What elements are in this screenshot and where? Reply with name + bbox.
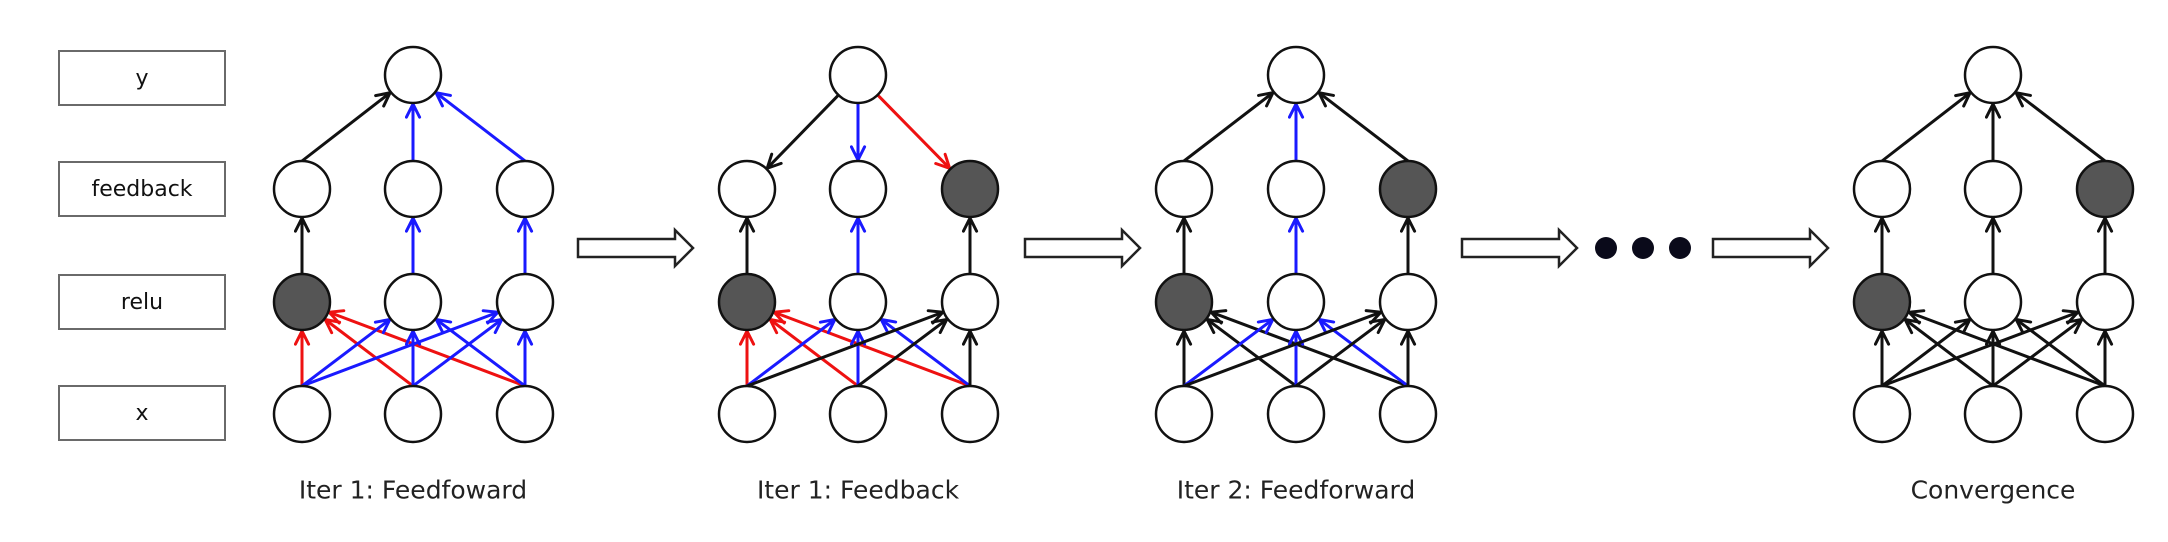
node-relu0-stage2 xyxy=(1154,272,1214,332)
node-relu0-stage0 xyxy=(272,272,332,332)
node-x0-stage0 xyxy=(272,384,332,444)
node-feedback0-stage1 xyxy=(717,159,777,219)
node-y-stage1 xyxy=(828,45,888,105)
node-x2-stage2 xyxy=(1378,384,1438,444)
node-relu2-stage1 xyxy=(940,272,1000,332)
transition-arrow-2 xyxy=(1460,226,1579,270)
stage-caption-iter1-feedback: Iter 1: Feedback xyxy=(756,475,960,505)
stage-caption-iter1-feedforward: Iter 1: Feedfoward xyxy=(298,475,528,505)
transition-arrow-1 xyxy=(1023,226,1142,270)
edge-y-feedback2-stage1 xyxy=(876,93,952,170)
node-feedback1-stage1 xyxy=(828,159,888,219)
edge-x1-relu0-stage3 xyxy=(1903,318,1994,388)
node-feedback2-stage0 xyxy=(495,159,555,219)
node-relu0-stage1 xyxy=(717,272,777,332)
node-feedback2-stage3 xyxy=(2075,159,2135,219)
node-feedback0-stage3 xyxy=(1852,159,1912,219)
node-x2-stage1 xyxy=(940,384,1000,444)
node-y-stage2 xyxy=(1266,45,1326,105)
node-feedback1-stage3 xyxy=(1963,159,2023,219)
edge-x0-relu1-stage2 xyxy=(1183,317,1275,388)
edge-feedback0-y-stage2 xyxy=(1183,91,1275,163)
node-relu1-stage3 xyxy=(1963,272,2023,332)
node-x0-stage2 xyxy=(1154,384,1214,444)
node-feedback1-stage2 xyxy=(1266,159,1326,219)
transition-arrow-0 xyxy=(576,226,695,270)
ellipsis-dot-2 xyxy=(1669,237,1691,259)
edge-x1-relu0-stage2 xyxy=(1205,317,1297,388)
stage-caption-convergence: Convergence xyxy=(1910,475,2076,505)
network-diagram-canvas xyxy=(272,45,2135,444)
edge-x1-relu0-stage0 xyxy=(323,318,414,388)
node-relu2-stage0 xyxy=(495,272,555,332)
ellipsis-dot-1 xyxy=(1632,237,1654,259)
transition-arrow-4 xyxy=(1711,226,1830,270)
edge-x1-relu2-stage0 xyxy=(412,317,504,388)
node-relu1-stage0 xyxy=(383,272,443,332)
node-y-stage3 xyxy=(1963,45,2023,105)
edge-x0-relu1-stage3 xyxy=(1881,318,1972,388)
node-y-stage0 xyxy=(383,45,443,105)
node-x2-stage3 xyxy=(2075,384,2135,444)
stage-caption-iter2-feedforward: Iter 2: Feedforward xyxy=(1176,475,1416,505)
edge-feedback2-y-stage2 xyxy=(1317,91,1409,163)
edge-x1-relu2-stage1 xyxy=(857,317,949,388)
node-x1-stage3 xyxy=(1963,384,2023,444)
edge-feedback2-y-stage0 xyxy=(434,91,526,163)
node-relu1-stage2 xyxy=(1266,272,1326,332)
node-x1-stage0 xyxy=(383,384,443,444)
edge-feedback0-y-stage0 xyxy=(301,91,392,163)
node-feedback0-stage0 xyxy=(272,159,332,219)
edge-y-feedback0-stage1 xyxy=(765,94,840,170)
node-x0-stage3 xyxy=(1852,384,1912,444)
node-relu2-stage2 xyxy=(1378,272,1438,332)
node-feedback0-stage2 xyxy=(1154,159,1214,219)
edge-x1-relu0-stage1 xyxy=(768,318,859,388)
node-x1-stage2 xyxy=(1266,384,1326,444)
node-feedback2-stage1 xyxy=(940,159,1000,219)
node-x2-stage0 xyxy=(495,384,555,444)
edge-x0-relu1-stage1 xyxy=(746,318,837,388)
node-relu2-stage3 xyxy=(2075,272,2135,332)
node-relu1-stage1 xyxy=(828,272,888,332)
node-feedback2-stage2 xyxy=(1378,159,1438,219)
edge-x1-relu2-stage3 xyxy=(1992,317,2084,388)
ellipsis-dot-0 xyxy=(1595,237,1617,259)
edge-x0-relu1-stage0 xyxy=(301,318,392,388)
edge-feedback2-y-stage3 xyxy=(2014,91,2106,163)
node-x0-stage1 xyxy=(717,384,777,444)
edge-feedback0-y-stage3 xyxy=(1881,91,1972,163)
edge-x1-relu2-stage2 xyxy=(1295,317,1387,388)
node-feedback1-stage0 xyxy=(383,159,443,219)
node-relu0-stage3 xyxy=(1852,272,1912,332)
node-x1-stage1 xyxy=(828,384,888,444)
